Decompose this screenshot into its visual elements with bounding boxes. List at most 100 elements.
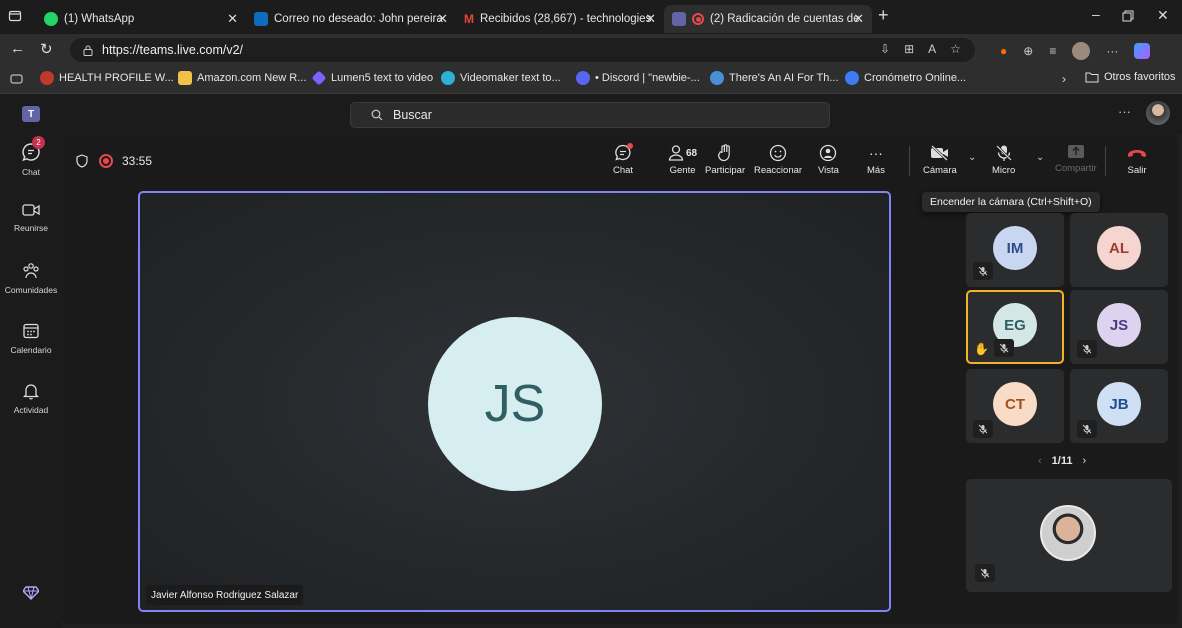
people-icon bbox=[668, 145, 684, 161]
extensions-icon[interactable]: ⊕ bbox=[1023, 44, 1033, 58]
favorite-link[interactable]: Videomaker text to... bbox=[441, 71, 561, 85]
next-page-icon[interactable]: › bbox=[1082, 455, 1086, 467]
main-video-tile[interactable]: JS Javier Alfonso Rodriguez Salazar bbox=[138, 191, 891, 612]
teams-icon bbox=[672, 12, 686, 26]
favorites-toggle-icon[interactable] bbox=[10, 73, 23, 85]
participant-tile-hand-raised[interactable]: EG ✋ bbox=[966, 290, 1064, 364]
premium-diamond-icon[interactable] bbox=[23, 586, 39, 600]
back-arrow-icon[interactable]: ← bbox=[10, 40, 25, 57]
read-aloud-icon[interactable]: A bbox=[928, 42, 936, 56]
folder-icon bbox=[1085, 72, 1099, 83]
profile-avatar[interactable] bbox=[1072, 42, 1091, 60]
rail-item-reunirse[interactable]: Reunirse bbox=[0, 202, 62, 233]
download-icon[interactable]: ⇩ bbox=[880, 42, 890, 56]
rail-item-calendario[interactable]: Calendario bbox=[0, 322, 62, 355]
participant-tile[interactable]: JS bbox=[1070, 290, 1168, 364]
participant-tile[interactable]: CT bbox=[966, 369, 1064, 443]
browser-tab-whatsapp[interactable]: (1) WhatsApp ✕ bbox=[36, 5, 246, 33]
toolbar-raise-hand-button[interactable]: Participar bbox=[705, 144, 745, 176]
favorite-star-icon[interactable]: ☆ bbox=[950, 42, 961, 56]
window-close-button[interactable]: ✕ bbox=[1157, 7, 1169, 24]
recording-indicator-icon bbox=[99, 154, 113, 168]
communities-icon bbox=[23, 263, 39, 279]
shield-icon bbox=[76, 154, 88, 168]
muted-mic-icon bbox=[994, 339, 1014, 357]
raised-hand-icon: ✋ bbox=[974, 342, 989, 356]
muted-mic-icon bbox=[1077, 340, 1097, 358]
close-icon[interactable]: ✕ bbox=[853, 11, 864, 27]
mic-off-icon bbox=[995, 145, 1012, 161]
split-screen-icon[interactable]: ⊞ bbox=[904, 42, 914, 56]
calendar-icon bbox=[23, 323, 39, 339]
video-icon bbox=[22, 204, 40, 216]
meeting-toolbar: 33:55 Chat 68 Gente Participar Reacciona… bbox=[62, 134, 1178, 190]
leave-button[interactable]: Salir bbox=[1126, 144, 1148, 176]
camera-options-chevron-icon[interactable]: ⌄ bbox=[968, 152, 976, 163]
participant-avatar: CT bbox=[993, 382, 1037, 426]
url-field[interactable]: https://teams.live.com/v2/ bbox=[70, 38, 975, 62]
toolbar-divider bbox=[909, 146, 910, 176]
user-avatar[interactable] bbox=[1146, 101, 1170, 125]
recording-icon bbox=[692, 13, 704, 25]
toolbar-more-button[interactable]: ··· Más bbox=[867, 144, 885, 176]
favorite-link[interactable]: Cronómetro Online... bbox=[845, 71, 966, 85]
participant-tile[interactable]: JB bbox=[1070, 369, 1168, 443]
minimize-button[interactable]: – bbox=[1092, 6, 1100, 22]
browser-tab-correo[interactable]: Correo no deseado: John pereira ✕ bbox=[246, 5, 456, 33]
participant-avatar: AL bbox=[1097, 226, 1141, 270]
toolbar-chat-button[interactable]: Chat bbox=[613, 143, 633, 176]
close-icon[interactable]: ✕ bbox=[227, 11, 238, 27]
toolbar-view-button[interactable]: Vista bbox=[818, 144, 839, 176]
browser-tab-teams[interactable]: (2) Radicación de cuentas de ✕ bbox=[664, 5, 872, 33]
meeting-timer: 33:55 bbox=[122, 154, 153, 168]
participant-tile[interactable]: IM bbox=[966, 213, 1064, 287]
toolbar-mic-button[interactable]: Micro bbox=[992, 144, 1015, 176]
favorite-link[interactable]: There's An AI For Th... bbox=[710, 71, 839, 85]
toolbar-people-button[interactable]: 68 Gente bbox=[668, 144, 697, 176]
address-bar-row: ← ↻ https://teams.live.com/v2/ ⇩ ⊞ A ☆ ●… bbox=[0, 34, 1182, 66]
toolbar-camera-button[interactable]: Cámara bbox=[923, 144, 957, 176]
rail-item-chat[interactable]: 2 Chat bbox=[0, 136, 62, 177]
chevron-right-icon[interactable]: › bbox=[1062, 72, 1066, 86]
favorite-link[interactable]: Amazon.com New R... bbox=[178, 71, 306, 85]
favorite-link[interactable]: • Discord | "newbie-... bbox=[576, 71, 700, 85]
whatsapp-icon bbox=[44, 12, 58, 26]
extension-fire-icon[interactable]: ● bbox=[1000, 44, 1007, 58]
copilot-icon[interactable] bbox=[1134, 43, 1151, 59]
search-input[interactable]: Buscar bbox=[350, 102, 830, 128]
favorites-list-icon[interactable]: ≡ bbox=[1049, 44, 1056, 58]
hang-up-icon bbox=[1128, 150, 1146, 157]
previous-page-icon[interactable]: ‹ bbox=[1038, 455, 1042, 467]
self-avatar-photo bbox=[1040, 505, 1096, 561]
close-icon[interactable]: ✕ bbox=[645, 11, 656, 27]
outlook-icon bbox=[254, 12, 268, 26]
teams-logo: T bbox=[22, 106, 40, 122]
browser-tab-gmail[interactable]: M Recibidos (28,667) - technologies ✕ bbox=[456, 5, 664, 33]
muted-mic-icon bbox=[975, 564, 995, 582]
raise-hand-icon bbox=[717, 144, 730, 162]
gallery-pager: ‹ 1/11 › bbox=[1038, 455, 1087, 467]
rail-item-comunidades[interactable]: Comunidades bbox=[0, 262, 62, 295]
close-icon[interactable]: ✕ bbox=[437, 11, 448, 27]
favorites-bar: HEALTH PROFILE W... Amazon.com New R... … bbox=[0, 66, 1182, 94]
restore-button[interactable] bbox=[1122, 10, 1134, 22]
participant-avatar: JS bbox=[1097, 303, 1141, 347]
tab-actions-icon[interactable] bbox=[8, 9, 22, 23]
more-menu-icon[interactable]: ··· bbox=[1106, 44, 1118, 58]
favorite-link[interactable]: HEALTH PROFILE W... bbox=[40, 71, 174, 85]
new-tab-button[interactable]: + bbox=[878, 5, 889, 26]
refresh-icon[interactable]: ↻ bbox=[40, 40, 53, 58]
gmail-icon: M bbox=[464, 12, 474, 26]
notification-badge: 2 bbox=[32, 136, 45, 149]
more-options-icon[interactable]: ··· bbox=[1118, 104, 1131, 119]
app-rail: 2 Chat Reunirse Comunidades Calendario A… bbox=[0, 134, 62, 628]
mic-options-chevron-icon[interactable]: ⌄ bbox=[1036, 152, 1044, 163]
muted-mic-icon bbox=[973, 420, 993, 438]
toolbar-react-button[interactable]: Reaccionar bbox=[754, 144, 802, 176]
other-favorites[interactable]: Otros favoritos bbox=[1085, 71, 1176, 83]
rail-item-actividad[interactable]: Actividad bbox=[0, 382, 62, 415]
participant-tile[interactable]: AL bbox=[1070, 213, 1168, 287]
toolbar-share-button[interactable]: Compartir bbox=[1055, 144, 1097, 174]
favorite-link[interactable]: Lumen5 text to video bbox=[311, 70, 433, 86]
self-view-tile[interactable] bbox=[966, 479, 1172, 592]
